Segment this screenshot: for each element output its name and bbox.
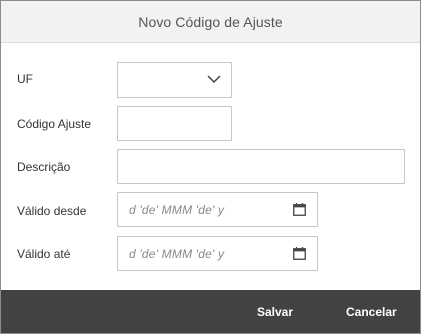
calendar-icon[interactable] bbox=[293, 203, 306, 216]
valido-ate-date-input[interactable]: d 'de' MMM 'de' y bbox=[117, 236, 318, 271]
calendar-icon[interactable] bbox=[293, 247, 306, 260]
codigo-ajuste-label: Código Ajuste bbox=[17, 117, 92, 131]
uf-label: UF bbox=[17, 72, 33, 86]
valido-ate-placeholder: d 'de' MMM 'de' y bbox=[129, 246, 225, 261]
valido-desde-label: Válido desde bbox=[17, 204, 87, 218]
valido-ate-label: Válido até bbox=[17, 247, 71, 261]
descricao-input[interactable] bbox=[117, 149, 405, 184]
dialog-header: Novo Código de Ajuste bbox=[1, 1, 420, 43]
new-adjustment-code-dialog: Novo Código de Ajuste UF Código Ajuste D… bbox=[0, 0, 421, 334]
dialog-footer: Salvar Cancelar bbox=[1, 290, 420, 333]
uf-select[interactable] bbox=[117, 62, 232, 98]
chevron-down-icon bbox=[207, 75, 221, 84]
valido-desde-date-input[interactable]: d 'de' MMM 'de' y bbox=[117, 192, 318, 227]
save-button[interactable]: Salvar bbox=[257, 290, 293, 333]
descricao-label: Descrição bbox=[17, 160, 71, 174]
cancel-button[interactable]: Cancelar bbox=[346, 290, 397, 333]
valido-desde-placeholder: d 'de' MMM 'de' y bbox=[129, 202, 225, 217]
codigo-ajuste-input[interactable] bbox=[117, 106, 232, 141]
dialog-title: Novo Código de Ajuste bbox=[138, 13, 283, 30]
